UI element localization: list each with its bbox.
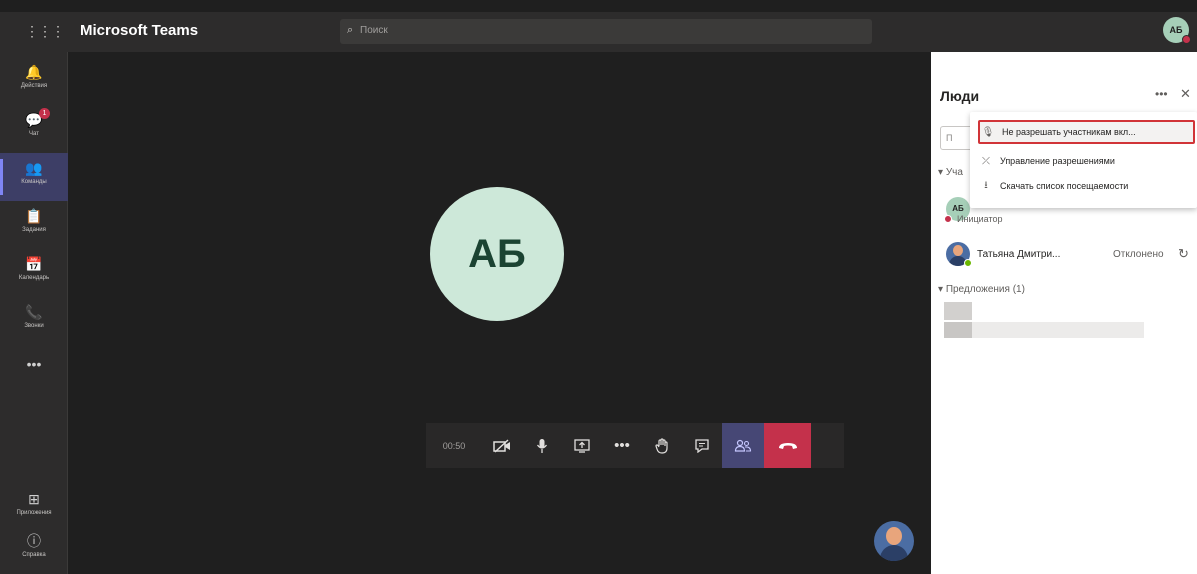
rail-item-calendar[interactable]: 📅 Календарь (0, 249, 68, 297)
participants-section-header[interactable]: ▾ Уча (938, 167, 963, 178)
section-label: Предложения (1) (945, 284, 1025, 295)
mic-block-icon: 🎙 (981, 126, 995, 138)
participants-icon[interactable] (722, 423, 764, 468)
suggestions-section-header[interactable]: ▾ Предложения (1) (938, 284, 1025, 295)
suggestion-row-blurred[interactable] (944, 322, 1144, 338)
more-icon: ••• (26, 356, 42, 372)
camera-off-icon[interactable] (482, 423, 522, 468)
rail-item-label: Команды (21, 179, 47, 185)
rail-item-label: Задания (22, 227, 46, 233)
rail-item-label: Приложения (16, 510, 52, 516)
more-options-icon[interactable]: ••• (1155, 87, 1168, 101)
apps-icon: ⊞ (28, 491, 40, 507)
app-title: Microsoft Teams (80, 22, 199, 39)
menu-item-manage-permissions[interactable]: ⤫ Управление разрешениями (978, 149, 1195, 173)
suggestion-avatar-blurred (944, 302, 972, 320)
rail-item-more[interactable]: ••• (0, 349, 68, 397)
self-photo-body (880, 545, 908, 561)
top-bar: ⋮⋮⋮ Microsoft Teams ⌕ Поиск АБ (0, 12, 1197, 52)
share-screen-icon[interactable] (562, 423, 602, 468)
presence-available-dot (964, 259, 972, 267)
menu-item-label: Не разрешать участникам вкл... (1002, 127, 1136, 137)
chevron-down-icon: ▾ (938, 167, 946, 178)
rail-item-assignments[interactable]: 📋 Задания (0, 201, 68, 249)
rail-item-label: Календарь (18, 275, 50, 281)
download-icon: ⭳ (984, 179, 988, 191)
presence-status-dot (1182, 35, 1191, 44)
photo-face (953, 245, 963, 256)
phone-icon: 📞 (25, 304, 43, 320)
meeting-stage: АБ 00:50 ••• (69, 52, 931, 574)
profile-initials: АБ (1169, 25, 1183, 35)
rail-item-activity[interactable]: 🔔 Действия (0, 57, 68, 105)
calendar-icon: 📅 (25, 256, 43, 272)
more-actions-icon[interactable]: ••• (602, 423, 642, 468)
self-video-preview[interactable] (874, 521, 914, 561)
help-icon: ⓘ (27, 533, 41, 549)
close-icon[interactable]: ✕ (1180, 86, 1191, 102)
retry-call-icon[interactable]: ↻ (1178, 246, 1189, 262)
participant-role: Инициатор (957, 214, 1003, 224)
microphone-icon[interactable] (522, 423, 562, 468)
call-controls-bar: 00:50 ••• (426, 423, 844, 468)
menu-item-disallow-mic[interactable]: 🎙 Не разрешать участникам вкл... (978, 120, 1195, 144)
rail-item-apps[interactable]: ⊞ Приложения (0, 484, 68, 532)
rail-item-label: Справка (22, 552, 46, 558)
menu-item-label: Управление разрешениями (1000, 156, 1115, 166)
rail-item-label: Действия (20, 83, 48, 89)
permissions-icon: ⤫ (982, 155, 990, 167)
bell-icon: 🔔 (25, 64, 43, 80)
unread-badge: 1 (39, 108, 50, 119)
teams-icon: 👥 (25, 160, 43, 176)
rail-item-help[interactable]: ⓘ Справка (0, 526, 68, 574)
menu-item-label: Скачать список посещаемости (1000, 181, 1129, 191)
search-input[interactable]: ⌕ Поиск (340, 19, 872, 44)
section-label: Уча (945, 167, 963, 178)
rail-item-teams[interactable]: 👥 Команды (0, 153, 68, 201)
raise-hand-icon[interactable] (642, 423, 682, 468)
rail-item-calls[interactable]: 📞 Звонки (0, 297, 68, 345)
participant-status: Отклонено (1113, 249, 1164, 260)
participant-name[interactable]: Татьяна Дмитри... (977, 249, 1060, 260)
panel-title: Люди (940, 88, 980, 104)
menu-item-download-attendance[interactable]: ⭳ Скачать список посещаемости (978, 174, 1195, 198)
chat-icon[interactable] (682, 423, 722, 468)
rail-item-label: Звонки (24, 323, 44, 329)
search-icon: ⌕ (347, 24, 354, 36)
chevron-down-icon: ▾ (938, 284, 946, 295)
left-app-rail: 🔔 Действия 💬 Чат 1 👥 Команды 📋 Задания 📅… (0, 52, 68, 574)
rail-item-label: Чат (29, 131, 39, 137)
presence-busy-dot (944, 215, 952, 223)
search-placeholder: Поиск (360, 25, 388, 36)
more-options-menu: 🎙 Не разрешать участникам вкл... ⤫ Управ… (970, 112, 1197, 208)
rail-item-chat[interactable]: 💬 Чат 1 (0, 105, 68, 153)
self-photo-face (886, 527, 902, 545)
profile-avatar[interactable]: АБ (1163, 17, 1191, 44)
assignments-icon: 📋 (25, 208, 43, 224)
app-launcher-icon[interactable]: ⋮⋮⋮ (25, 22, 65, 40)
hang-up-icon[interactable] (764, 423, 811, 468)
participant-avatar: АБ (430, 187, 564, 321)
call-timer: 00:50 (442, 440, 466, 451)
